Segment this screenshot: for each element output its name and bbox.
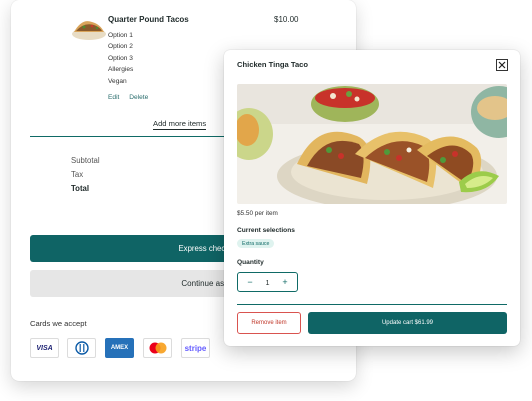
item-photo bbox=[237, 84, 507, 204]
cart-item-option: Allergies bbox=[108, 66, 134, 74]
diners-logo bbox=[67, 338, 96, 358]
remove-item-button[interactable]: Remove item bbox=[237, 312, 301, 334]
diners-icon bbox=[74, 341, 89, 355]
close-button[interactable] bbox=[496, 59, 508, 71]
modal-title: Chicken Tinga Taco bbox=[237, 60, 309, 69]
price-per-item: $5.50 per item bbox=[237, 210, 278, 217]
visa-logo-text: VISA bbox=[36, 344, 53, 352]
quantity-value: 1 bbox=[265, 277, 270, 287]
item-thumbnail bbox=[72, 21, 106, 40]
divider bbox=[237, 304, 507, 305]
mastercard-icon bbox=[149, 342, 166, 354]
cart-item-price: $10.00 bbox=[274, 15, 299, 24]
quantity-stepper: − 1 + bbox=[237, 272, 298, 292]
close-icon bbox=[498, 61, 506, 69]
stripe-logo-text: stripe bbox=[184, 343, 207, 353]
current-selections-label: Current selections bbox=[237, 227, 295, 234]
cart-item-options: Option 1 Option 2 Option 3 Allergies Veg… bbox=[108, 30, 133, 87]
quantity-label: Quantity bbox=[237, 259, 264, 266]
amex-logo-text: AMEX bbox=[110, 345, 129, 351]
cart-item-option: Option 1 bbox=[108, 32, 133, 39]
update-cart-button[interactable]: Update cart $61.99 bbox=[308, 312, 507, 334]
visa-logo: VISA bbox=[30, 338, 59, 358]
increase-quantity-button[interactable]: + bbox=[279, 277, 291, 287]
tax-label: Tax bbox=[71, 170, 84, 179]
stripe-logo: stripe bbox=[181, 338, 210, 358]
cart-item-actions: Edit Delete bbox=[108, 94, 156, 101]
cards-accepted-label: Cards we accept bbox=[30, 319, 87, 328]
edit-link[interactable]: Edit bbox=[108, 94, 119, 101]
amex-logo: AMEX bbox=[105, 338, 134, 358]
selection-badge: Extra sauce bbox=[237, 239, 275, 248]
decrease-quantity-button[interactable]: − bbox=[244, 277, 256, 287]
delete-link[interactable]: Delete bbox=[129, 94, 148, 101]
cart-item-option: Option 3 bbox=[108, 54, 133, 62]
item-modal: Chicken Tinga Taco $5.50 per item Curren… bbox=[224, 50, 520, 346]
cart-item-option: Vegan bbox=[108, 77, 127, 85]
subtotal-label: Subtotal bbox=[71, 156, 100, 165]
cart-item-name: Quarter Pound Tacos bbox=[108, 15, 189, 24]
add-more-items-link[interactable]: Add more items bbox=[153, 119, 207, 130]
mastercard-logo bbox=[143, 338, 172, 358]
cart-item-option: Option 2 bbox=[108, 43, 133, 51]
total-label: Total bbox=[71, 184, 90, 193]
